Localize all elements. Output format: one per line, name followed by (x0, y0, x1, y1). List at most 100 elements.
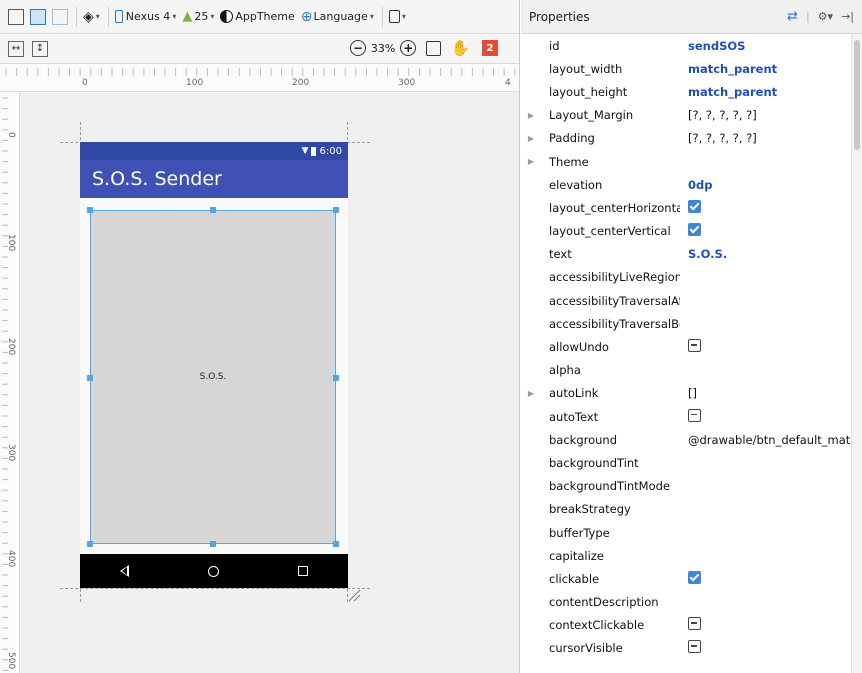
property-value[interactable]: sendSOS (680, 39, 851, 53)
property-row[interactable]: layout_centerHorizontal (521, 196, 851, 219)
expand-arrow-icon[interactable]: ▶ (521, 157, 541, 166)
property-value[interactable]: match_parent (680, 85, 851, 99)
property-row[interactable]: cursorVisible (521, 637, 851, 660)
property-value[interactable]: 0dp (680, 178, 851, 192)
property-row[interactable]: alpha (521, 359, 851, 382)
property-value[interactable]: [?, ?, ?, ?, ?] (680, 131, 851, 145)
expand-arrow-icon[interactable]: ▶ (521, 111, 541, 120)
property-row[interactable]: text S.O.S. (521, 243, 851, 266)
checkbox-checked-icon[interactable] (688, 199, 701, 213)
ruler-label: 0 (6, 132, 16, 138)
api-level-dropdown[interactable]: ▲ 25 ▾ (182, 6, 214, 28)
property-row[interactable]: accessibilityLiveRegion (521, 266, 851, 289)
property-row[interactable]: ▶ Layout_Margin [?, ?, ?, ?, ?] (521, 104, 851, 127)
zoom-out-icon[interactable]: − (349, 40, 366, 56)
property-value[interactable]: [?, ?, ?, ?, ?] (680, 108, 851, 122)
checkbox-indeterminate-icon[interactable] (688, 408, 701, 422)
pan-hand-icon[interactable]: ✋ (451, 39, 470, 57)
side-by-side-button[interactable] (52, 6, 68, 28)
checkbox-indeterminate-icon[interactable] (688, 640, 701, 654)
swap-view-icon[interactable]: ⇄ (787, 9, 798, 24)
expand-arrow-icon[interactable]: ▶ (521, 389, 541, 398)
resize-handle[interactable] (87, 375, 93, 381)
checkbox-checked-icon[interactable] (688, 570, 701, 584)
property-name: layout_height (549, 84, 628, 99)
property-name: layout_centerVertical (549, 224, 671, 239)
resize-handle[interactable] (333, 541, 339, 547)
property-value[interactable] (680, 640, 851, 656)
warnings-badge[interactable]: 2 (482, 40, 498, 56)
design-canvas[interactable]: ▼ 6:00 S.O.S. Sender S.O.S. (20, 92, 519, 673)
device-label: Nexus 4 (125, 10, 171, 23)
property-row[interactable]: bufferType (521, 521, 851, 544)
zoom-in-icon[interactable]: + (400, 40, 417, 56)
language-dropdown[interactable]: ⊕ Language ▾ (301, 6, 374, 28)
checkbox-indeterminate-icon[interactable] (688, 339, 701, 353)
checkbox-checked-icon[interactable] (688, 223, 701, 237)
property-value[interactable] (680, 408, 851, 425)
property-list: id sendSOS layout_width match_parent layout_… (521, 34, 851, 660)
resize-handle[interactable] (210, 541, 216, 547)
resize-handle[interactable] (333, 207, 339, 213)
checkbox-indeterminate-icon[interactable] (688, 617, 701, 631)
blueprint-button[interactable] (30, 6, 46, 28)
chevron-down-icon: ▾ (401, 12, 406, 21)
property-row[interactable]: layout_centerVertical (521, 220, 851, 243)
property-name: cursorVisible (549, 641, 623, 656)
property-row[interactable]: id sendSOS (521, 34, 851, 57)
sos-button[interactable]: S.O.S. (90, 210, 336, 544)
layout-variant-dropdown[interactable]: ▾ (388, 6, 406, 28)
resize-handle[interactable] (87, 541, 93, 547)
property-row[interactable]: capitalize (521, 544, 851, 567)
property-row[interactable]: accessibilityTraversalAfte (521, 289, 851, 312)
device-dropdown[interactable]: Nexus 4 ▾ (114, 6, 176, 28)
resize-handle[interactable] (210, 207, 216, 213)
design-surface-icon (8, 8, 24, 25)
property-row[interactable]: allowUndo (521, 335, 851, 358)
hide-panel-icon[interactable]: →| (841, 10, 854, 23)
property-row[interactable]: ▶ Theme (521, 150, 851, 173)
resize-handle[interactable] (87, 207, 93, 213)
property-value[interactable] (680, 570, 851, 587)
theme-dropdown[interactable]: AppTheme (220, 6, 295, 28)
scrollbar-thumb[interactable] (854, 40, 860, 150)
property-value[interactable] (680, 223, 851, 239)
property-value[interactable] (680, 617, 851, 633)
property-row[interactable]: ▶ Padding [?, ?, ?, ?, ?] (521, 127, 851, 150)
property-row[interactable]: backgroundTintMode (521, 475, 851, 498)
property-row[interactable]: backgroundTint (521, 451, 851, 474)
property-row[interactable]: ▶ autoLink [] (521, 382, 851, 405)
property-row[interactable]: breakStrategy (521, 498, 851, 521)
property-row[interactable]: contextClickable (521, 614, 851, 637)
expand-horizontal-button[interactable]: ↔ (8, 40, 24, 57)
horizontal-ruler: 0 100 200 300 4 (0, 64, 519, 92)
design-toolbar: ◈ ▾ Nexus 4 ▾ ▲ 25 ▾ AppTheme ⊕ Language ▾ ▾ (0, 0, 519, 34)
property-row[interactable]: layout_width match_parent (521, 57, 851, 80)
zoom-fit-icon[interactable] (426, 40, 442, 56)
property-value[interactable]: @drawable/btn_default_mat (680, 433, 851, 447)
property-value[interactable] (680, 199, 851, 216)
property-value[interactable]: S.O.S. (680, 247, 851, 261)
navigation-bar (80, 554, 348, 588)
property-name: capitalize (549, 548, 604, 563)
orientation-dropdown[interactable]: ◈ ▾ (83, 6, 100, 28)
expand-vertical-button[interactable]: ↕ (32, 40, 48, 57)
property-row[interactable]: accessibilityTraversalBefc (521, 312, 851, 335)
property-value[interactable] (680, 339, 851, 355)
property-row[interactable]: clickable (521, 567, 851, 590)
property-row[interactable]: layout_height match_parent (521, 80, 851, 103)
gear-icon[interactable]: ⚙▾ (818, 10, 833, 23)
ruler-ticks (2, 97, 8, 671)
property-name: breakStrategy (549, 502, 631, 517)
property-value[interactable]: [] (680, 386, 851, 400)
property-row[interactable]: contentDescription (521, 591, 851, 614)
resize-grip-icon[interactable] (347, 588, 361, 602)
expand-arrow-icon[interactable]: ▶ (521, 134, 541, 143)
resize-handle[interactable] (333, 375, 339, 381)
properties-scrollbar[interactable] (851, 34, 862, 673)
property-row[interactable]: autoText (521, 405, 851, 428)
property-row[interactable]: elevation 0dp (521, 173, 851, 196)
property-value[interactable]: match_parent (680, 62, 851, 76)
property-row[interactable]: background @drawable/btn_default_mat (521, 428, 851, 451)
design-surface-button[interactable] (8, 6, 24, 28)
